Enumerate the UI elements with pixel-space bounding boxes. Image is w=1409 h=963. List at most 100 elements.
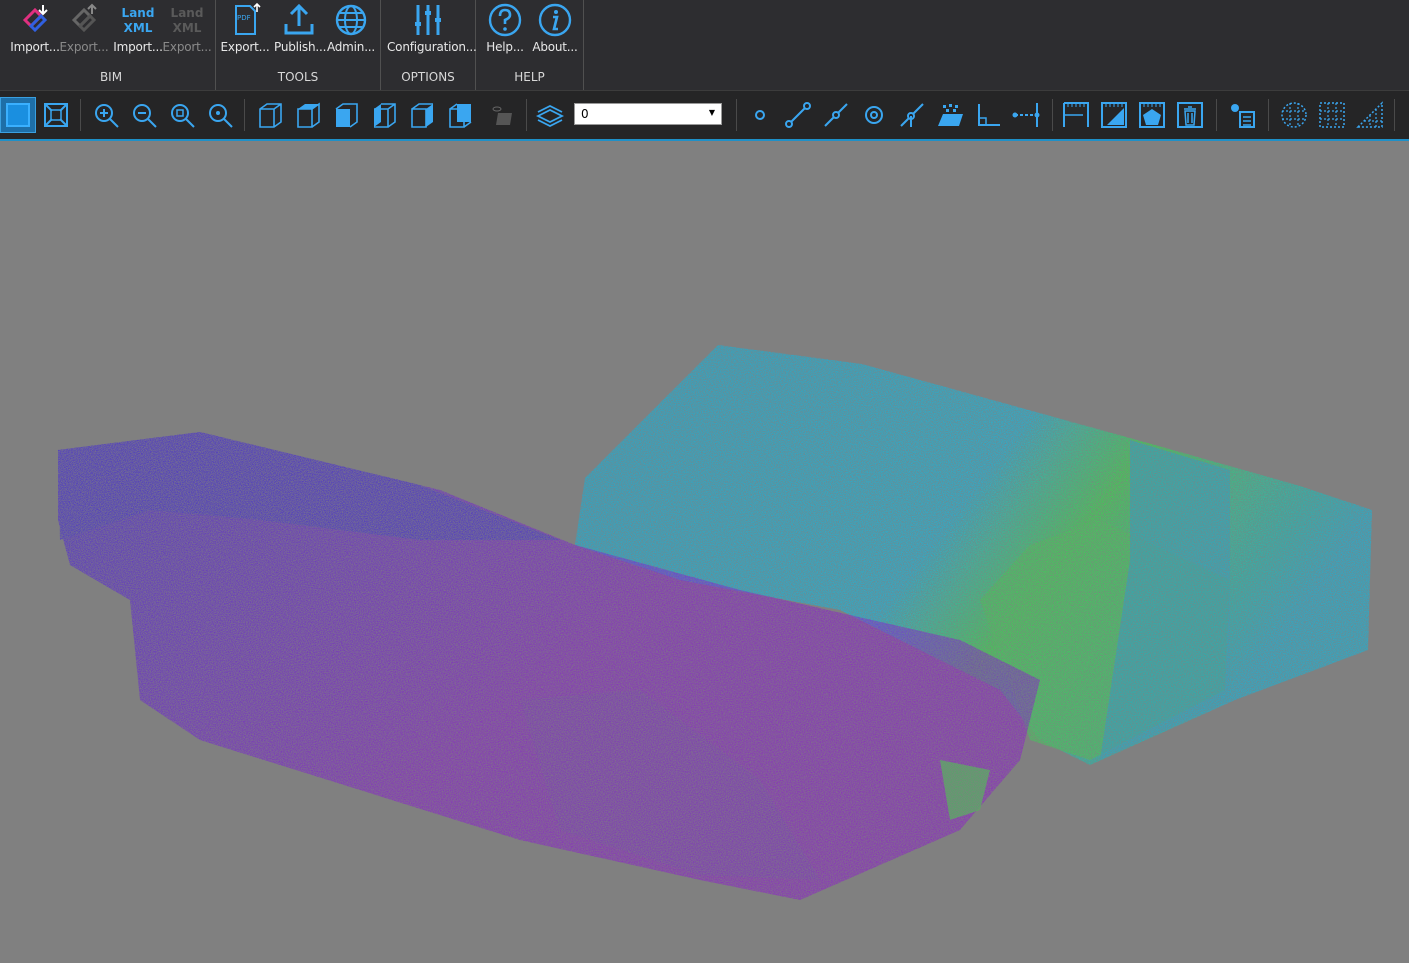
- zoom-window-button[interactable]: [164, 97, 200, 133]
- toolbar-separator: [80, 99, 81, 131]
- zoom-selection-icon: [209, 104, 233, 128]
- view-left-button[interactable]: [366, 97, 402, 133]
- select-window-button[interactable]: [0, 97, 36, 133]
- view-iso-icon: [259, 103, 282, 128]
- view-right-button[interactable]: [404, 97, 440, 133]
- group-label-bim: BIM: [99, 70, 123, 84]
- landxml-export-icon-line2: XML: [172, 21, 202, 35]
- about-button[interactable]: About...: [530, 2, 580, 60]
- landxml-export-label: Export...: [162, 40, 212, 54]
- zoom-in-button[interactable]: [88, 97, 124, 133]
- view-back-icon: [449, 103, 472, 128]
- toolbar-separator: [1052, 99, 1053, 131]
- grid-icon: [1319, 102, 1345, 128]
- contour-button[interactable]: [932, 97, 968, 133]
- ifc-export-button[interactable]: Export...: [59, 2, 109, 60]
- toolbar-separator: [1216, 99, 1217, 131]
- 3d-viewport[interactable]: [0, 141, 1409, 963]
- landxml-import-icon-line1: Land: [121, 6, 155, 20]
- hide-icon: [492, 106, 512, 125]
- ribbon-group-options: Configuration... OPTIONS: [381, 0, 477, 91]
- view-top-icon: [297, 102, 320, 128]
- landxml-import-button[interactable]: Land XML Import...: [113, 2, 163, 60]
- toolbar-separator: [736, 99, 737, 131]
- zoom-window-icon: [171, 104, 195, 128]
- sliders-icon: [415, 5, 441, 35]
- group-label-tools: TOOLS: [277, 70, 319, 84]
- ribbon-group-tools: PDF Export... Publish... Admin... TOOLS: [216, 0, 381, 91]
- dimension-button[interactable]: [1008, 97, 1044, 133]
- help-icon: [488, 3, 522, 37]
- admin-label: Admin...: [326, 40, 376, 54]
- globe-icon: [335, 4, 367, 36]
- pdf-icon-text: PDF: [237, 14, 251, 22]
- layer-select-value: 0: [581, 107, 589, 121]
- landxml-import-label: Import...: [113, 40, 163, 54]
- configuration-label: Configuration...: [387, 40, 477, 54]
- grid-dots-button[interactable]: [1276, 97, 1312, 133]
- landxml-export-icon: Land XML: [169, 2, 205, 38]
- admin-button[interactable]: Admin...: [326, 2, 376, 60]
- grid-button[interactable]: [1314, 97, 1350, 133]
- section-shape-button[interactable]: [1134, 97, 1170, 133]
- landxml-export-icon-line1: Land: [170, 6, 204, 20]
- toolbar-separator: [1268, 99, 1269, 131]
- help-button[interactable]: Help...: [480, 2, 530, 60]
- polyline-icon: [824, 103, 848, 127]
- angle-button[interactable]: [970, 97, 1006, 133]
- pdf-export-icon: PDF: [227, 2, 263, 38]
- chevron-down-icon: ▼: [708, 108, 715, 117]
- zoom-in-icon: [95, 104, 119, 128]
- ifc-export-label: Export...: [59, 40, 109, 54]
- zoom-out-icon: [133, 104, 157, 128]
- layers-button[interactable]: [532, 97, 568, 133]
- pdf-export-label: Export...: [220, 40, 270, 54]
- main-toolbar: 0 ▼: [0, 91, 1409, 141]
- zoom-extents-button[interactable]: [38, 97, 74, 133]
- layers-icon: [535, 104, 565, 128]
- view-iso-button[interactable]: [252, 97, 288, 133]
- polyline-button[interactable]: [818, 97, 854, 133]
- select-window-icon: [6, 103, 30, 127]
- zoom-out-button[interactable]: [126, 97, 162, 133]
- layer-select[interactable]: 0 ▼: [574, 103, 722, 125]
- landxml-export-button[interactable]: Land XML Export...: [162, 2, 212, 60]
- publish-label: Publish...: [274, 40, 327, 54]
- point-icon: [755, 110, 765, 120]
- upload-icon: [284, 3, 314, 35]
- landxml-import-icon: Land XML: [120, 2, 156, 38]
- publish-button[interactable]: Publish...: [274, 2, 327, 60]
- view-back-button[interactable]: [442, 97, 478, 133]
- grid-slope-icon: [1356, 101, 1383, 128]
- dimension-icon: [1012, 103, 1040, 127]
- zoom-selection-button[interactable]: [202, 97, 238, 133]
- point-cloud-canvas[interactable]: [0, 141, 1409, 963]
- section-delete-button[interactable]: [1172, 97, 1208, 133]
- view-top-button[interactable]: [290, 97, 326, 133]
- pdf-export-button[interactable]: PDF Export...: [220, 2, 270, 60]
- grid-slope-button[interactable]: [1352, 97, 1388, 133]
- ifc-export-icon: [71, 3, 97, 33]
- circle-icon: [865, 106, 883, 124]
- view-front-button[interactable]: [328, 97, 364, 133]
- ifc-import-label: Import...: [10, 40, 60, 54]
- view-right-icon: [411, 103, 433, 128]
- point-button[interactable]: [742, 97, 778, 133]
- ifc-import-button[interactable]: Import...: [10, 2, 60, 60]
- configuration-button[interactable]: Configuration...: [387, 2, 477, 60]
- contour-icon: [938, 104, 963, 126]
- line-icon: [785, 102, 811, 128]
- ribbon-group-bim: Import... Export... Land XML Import... L…: [7, 0, 216, 91]
- ribbon: Import... Export... Land XML Import... L…: [0, 0, 1409, 91]
- circle-button[interactable]: [856, 97, 892, 133]
- point-list-button[interactable]: [1224, 97, 1260, 133]
- toolbar-separator: [244, 99, 245, 131]
- section-fill-button[interactable]: [1096, 97, 1132, 133]
- section-fill-icon: [1101, 102, 1127, 128]
- line-button[interactable]: [780, 97, 816, 133]
- section-button[interactable]: [1058, 97, 1094, 133]
- snap-button[interactable]: [894, 97, 930, 133]
- about-label: About...: [532, 40, 578, 54]
- group-label-help: HELP: [514, 70, 545, 84]
- hide-button[interactable]: [484, 97, 520, 133]
